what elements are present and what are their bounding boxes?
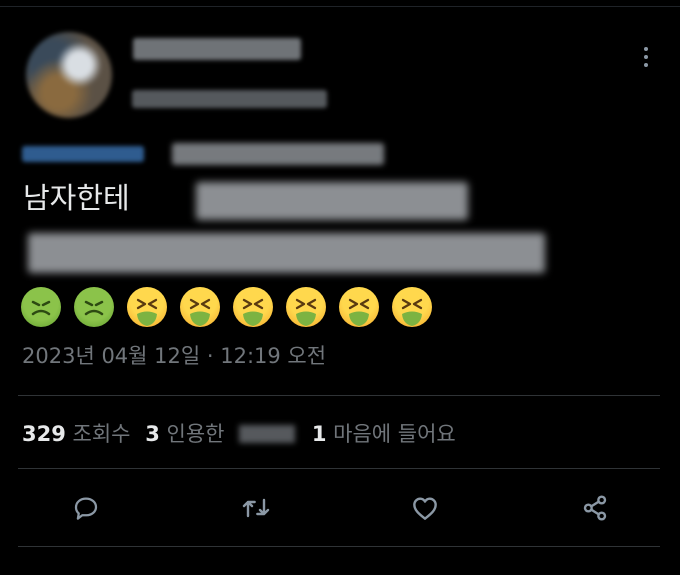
face-vomiting-icon bbox=[339, 287, 379, 327]
quotes-count: 3 bbox=[145, 422, 160, 446]
replying-to-redacted bbox=[22, 143, 384, 167]
display-name-redacted[interactable] bbox=[133, 38, 301, 60]
share-button[interactable] bbox=[575, 488, 615, 528]
face-vomiting-icon bbox=[180, 287, 220, 327]
nauseated-face-icon bbox=[74, 287, 114, 327]
divider-middle bbox=[18, 468, 660, 469]
face-vomiting-icon bbox=[127, 287, 167, 327]
tweet-text-redacted-2 bbox=[28, 233, 545, 273]
share-icon bbox=[583, 495, 607, 521]
avatar[interactable] bbox=[26, 32, 112, 118]
face-vomiting-icon bbox=[392, 287, 432, 327]
action-bar bbox=[0, 488, 680, 528]
tweet-stats: 329 조회수 3 인용한 1 마음에 들어요 bbox=[22, 418, 464, 446]
reply-button[interactable] bbox=[66, 488, 106, 528]
views-stat[interactable]: 329 조회수 bbox=[22, 418, 131, 448]
top-divider bbox=[0, 6, 680, 7]
username-redacted[interactable] bbox=[132, 90, 327, 108]
quotes-stat[interactable]: 3 인용한 bbox=[145, 418, 224, 448]
views-label: 조회수 bbox=[72, 422, 131, 446]
likes-label: 마음에 들어요 bbox=[333, 422, 456, 446]
replying-text-redacted bbox=[172, 143, 384, 165]
likes-count: 1 bbox=[311, 422, 327, 446]
tweet-text: 남자한테 bbox=[23, 178, 130, 218]
likes-stat[interactable]: 1 마음에 들어요 bbox=[312, 418, 456, 448]
divider-bottom bbox=[18, 546, 660, 547]
tweet-timestamp[interactable]: 2023년 04월 12일 · 12:19 오전 bbox=[22, 340, 326, 370]
retweet-button[interactable] bbox=[236, 488, 276, 528]
tweet-text-visible: 남자한테 bbox=[23, 181, 130, 215]
quotes-label: 인용한 bbox=[166, 422, 225, 446]
like-icon bbox=[413, 497, 437, 520]
divider-top bbox=[18, 395, 660, 396]
nauseated-face-icon bbox=[21, 287, 61, 327]
mention-link-redacted[interactable] bbox=[22, 146, 144, 162]
retweet-icon bbox=[242, 498, 270, 518]
tweet-text-redacted-1 bbox=[196, 182, 468, 220]
like-button[interactable] bbox=[405, 488, 445, 528]
face-vomiting-icon bbox=[233, 287, 273, 327]
face-vomiting-icon bbox=[286, 287, 326, 327]
reply-icon bbox=[74, 497, 98, 520]
more-options-icon[interactable] bbox=[638, 44, 654, 70]
views-count: 329 bbox=[22, 422, 66, 446]
redacted-stat bbox=[239, 425, 296, 443]
